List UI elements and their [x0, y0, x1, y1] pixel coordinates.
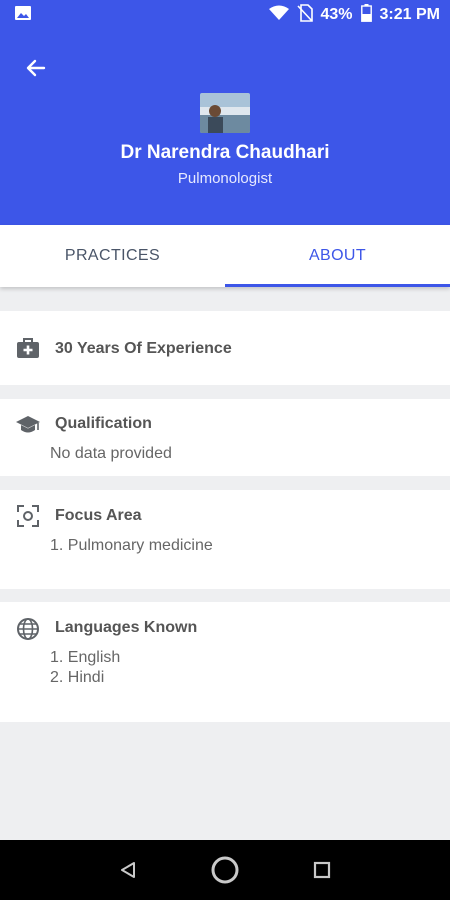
doctor-avatar	[200, 93, 250, 133]
no-sim-icon	[296, 3, 313, 27]
nav-back-button[interactable]	[103, 845, 153, 895]
clock: 3:21 PM	[379, 6, 440, 23]
back-button[interactable]	[18, 50, 54, 86]
focus-area-title: Focus Area	[55, 507, 142, 524]
globe-icon	[15, 616, 41, 642]
wifi-icon	[268, 5, 289, 26]
qualification-value: No data provided	[50, 445, 172, 462]
battery-icon	[360, 3, 372, 27]
language-item: 2. Hindi	[50, 669, 105, 686]
image-icon	[14, 5, 32, 26]
medical-bag-icon	[15, 335, 41, 361]
experience-card: 30 Years Of Experience	[0, 311, 450, 385]
system-nav-bar	[0, 840, 450, 900]
tab-about[interactable]: ABOUT	[225, 225, 450, 287]
doctor-specialty: Pulmonologist	[177, 170, 273, 187]
qualification-title: Qualification	[55, 415, 152, 432]
doctor-name: Dr Narendra Chaudhari	[120, 142, 330, 163]
battery-percent: 43%	[320, 6, 353, 23]
nav-recents-button[interactable]	[297, 845, 347, 895]
nav-home-button[interactable]	[200, 845, 250, 895]
focus-icon	[15, 503, 41, 529]
recents-square-icon	[313, 861, 330, 879]
back-triangle-icon	[121, 862, 136, 878]
profile-header: Dr Narendra Chaudhari Pulmonologist	[0, 30, 450, 225]
language-item: 1. English	[50, 649, 121, 666]
experience-text: 30 Years Of Experience	[55, 340, 232, 357]
tab-bar: PRACTICES ABOUT	[0, 225, 450, 287]
languages-card: Languages Known 1. English 2. Hindi	[0, 602, 450, 722]
languages-title: Languages Known	[55, 619, 198, 636]
home-circle-icon	[211, 856, 239, 884]
qualification-card: Qualification No data provided	[0, 399, 450, 476]
arrow-back-icon	[26, 59, 46, 77]
graduation-cap-icon	[15, 412, 41, 438]
focus-area-card: Focus Area 1. Pulmonary medicine	[0, 490, 450, 589]
tab-practices[interactable]: PRACTICES	[0, 225, 225, 287]
status-bar: 43% 3:21 PM	[0, 0, 450, 30]
focus-area-item: 1. Pulmonary medicine	[50, 537, 213, 554]
